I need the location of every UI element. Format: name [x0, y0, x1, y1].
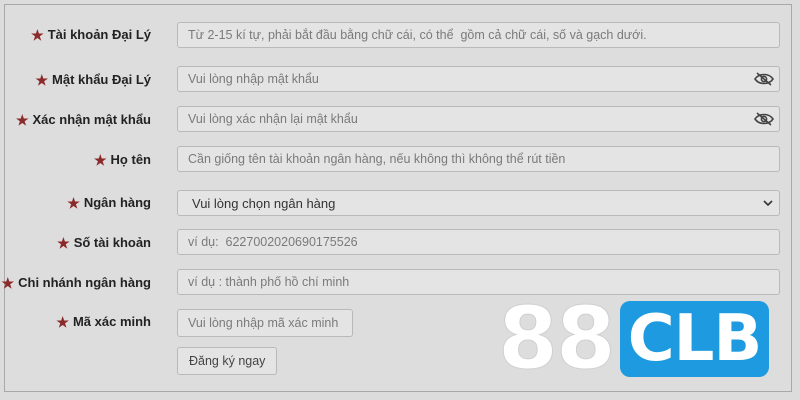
required-star-icon: ★ — [35, 71, 49, 88]
eye-slash-icon[interactable] — [754, 112, 774, 126]
label-text: Mã xác minh — [72, 314, 151, 329]
label-account: ★ Tài khoản Đại Lý — [31, 27, 151, 42]
label-password: ★ Mật khẩu Đại Lý — [35, 72, 151, 87]
confirm-password-input[interactable] — [177, 106, 780, 132]
account-number-input[interactable] — [177, 229, 780, 255]
bank-select-value: Vui lòng chọn ngân hàng — [192, 195, 336, 211]
eye-slash-icon[interactable] — [754, 72, 774, 86]
label-text: Xác nhận mật khẩu — [32, 112, 151, 127]
required-star-icon: ★ — [57, 234, 70, 251]
chevron-down-icon — [763, 200, 773, 207]
label-text: Chi nhánh ngân hàng — [18, 275, 151, 290]
required-star-icon: ★ — [31, 26, 44, 43]
label-text: Mật khẩu Đại Lý — [52, 72, 151, 87]
label-fullname: ★ Họ tên — [94, 152, 151, 167]
bank-select[interactable]: Vui lòng chọn ngân hàng — [177, 190, 780, 216]
logo-text: CLB — [619, 301, 770, 377]
label-bank: ★ Ngân hàng — [67, 195, 151, 210]
label-text: Số tài khoản — [73, 235, 151, 250]
account-input[interactable] — [177, 22, 780, 48]
required-star-icon: ★ — [1, 274, 15, 291]
required-star-icon: ★ — [56, 313, 69, 330]
register-button[interactable]: Đăng ký ngay — [177, 347, 278, 375]
captcha-input[interactable] — [177, 309, 353, 337]
required-star-icon: ★ — [15, 111, 29, 128]
branch-input[interactable] — [177, 269, 780, 295]
required-star-icon: ★ — [93, 151, 107, 168]
label-branch: ★ Chi nhánh ngân hàng — [2, 275, 151, 290]
label-captcha: ★ Mã xác minh — [56, 314, 151, 329]
password-input[interactable] — [177, 66, 780, 92]
label-text: Ngân hàng — [83, 195, 151, 210]
label-confirm: ★ Xác nhận mật khẩu — [16, 112, 151, 127]
required-star-icon: ★ — [67, 194, 80, 211]
brand-logo: 88 CLB — [498, 289, 770, 389]
label-text: Họ tên — [110, 152, 151, 167]
logo-number: 88 — [498, 289, 617, 389]
fullname-input[interactable] — [177, 146, 780, 172]
label-account-number: ★ Số tài khoản — [57, 235, 151, 250]
label-text: Tài khoản Đại Lý — [47, 27, 151, 42]
